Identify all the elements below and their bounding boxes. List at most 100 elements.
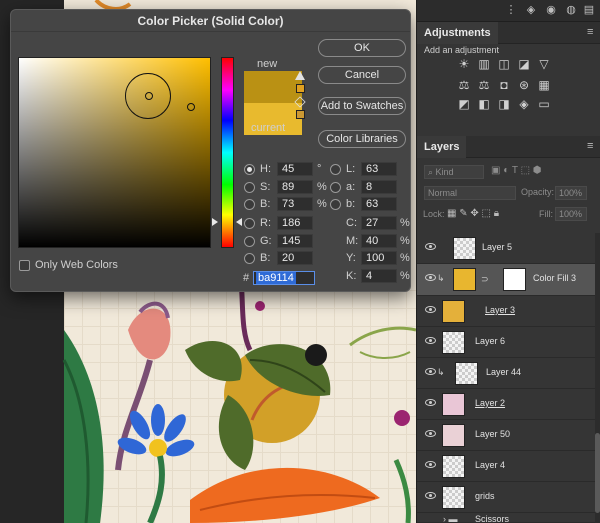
- m-unit: %: [400, 235, 410, 247]
- r-field[interactable]: 186: [277, 216, 313, 230]
- kind-filter[interactable]: ⌕ Kind: [424, 165, 484, 179]
- layer-row[interactable]: Layer 3: [417, 296, 595, 327]
- camera-icon[interactable]: ◘: [497, 79, 511, 92]
- adjust-icon[interactable]: ◍: [565, 4, 577, 16]
- layer-row[interactable]: Layer 6: [417, 327, 595, 358]
- opacity-field[interactable]: 100%: [555, 186, 587, 200]
- c-label: C:: [346, 217, 357, 229]
- exposure-icon[interactable]: ◪: [517, 58, 531, 71]
- g-field[interactable]: 145: [277, 234, 313, 248]
- m-field[interactable]: 40: [361, 234, 397, 248]
- radio-blue[interactable]: [244, 253, 255, 264]
- clip-arrow-icon: ↳: [437, 273, 445, 283]
- lookup-grid-icon[interactable]: ▦: [537, 79, 551, 92]
- invert-icon[interactable]: ◩: [457, 98, 471, 111]
- kind-label: Kind: [435, 167, 454, 177]
- radio-h[interactable]: [244, 164, 255, 175]
- color-libraries-button[interactable]: Color Libraries: [318, 130, 406, 148]
- eye-icon[interactable]: [425, 337, 436, 344]
- layer-row-selected[interactable]: ↳ ⊃ Color Fill 3: [417, 264, 595, 296]
- radio-r[interactable]: [244, 218, 255, 229]
- s-field[interactable]: 89: [277, 180, 313, 194]
- layers-scrollbar[interactable]: [595, 233, 600, 523]
- color-marker[interactable]: [145, 92, 153, 100]
- l-label: L:: [346, 163, 356, 175]
- eye-icon[interactable]: [425, 492, 436, 499]
- layer-group-row[interactable]: › ▬ Scissors: [417, 513, 595, 523]
- radio-a[interactable]: [330, 182, 341, 193]
- posterize-icon[interactable]: ◧: [477, 98, 491, 111]
- radio-l[interactable]: [330, 164, 341, 175]
- radio-s[interactable]: [244, 182, 255, 193]
- k-label: K:: [346, 270, 357, 282]
- lock-icons[interactable]: ▦ ✎ ✥ ⬚ 🔒︎: [447, 208, 499, 219]
- blue-field[interactable]: 20: [277, 251, 313, 265]
- h-field[interactable]: 45: [277, 162, 313, 176]
- y-field[interactable]: 100: [361, 251, 397, 265]
- web-safe-swatch[interactable]: [296, 110, 305, 119]
- visibility-icon[interactable]: ◉: [545, 4, 557, 16]
- layer-row[interactable]: Layer 2: [417, 389, 595, 420]
- scrollbar-thumb[interactable]: [595, 433, 600, 513]
- radio-g[interactable]: [244, 236, 255, 247]
- hue-arrow-left-icon[interactable]: [212, 218, 218, 226]
- layers-icon[interactable]: ◈: [525, 4, 537, 16]
- channel-mixer-icon[interactable]: ⊛: [517, 79, 531, 92]
- eye-icon[interactable]: [425, 306, 436, 313]
- fill-thumbnail: [453, 268, 476, 291]
- a-field[interactable]: 8: [361, 180, 397, 194]
- mask-thumbnail[interactable]: [503, 268, 526, 291]
- balance-icon[interactable]: ⚖: [457, 79, 471, 92]
- panel-menu-icon[interactable]: ≡: [587, 27, 597, 38]
- triangle-icon[interactable]: ▽: [537, 58, 551, 71]
- selective-color-icon[interactable]: ◈: [517, 98, 531, 111]
- layer-thumbnail: [442, 455, 465, 478]
- brightness-icon[interactable]: ☀: [457, 58, 471, 71]
- eye-icon[interactable]: [425, 399, 436, 406]
- lab-b-label: b:: [346, 198, 356, 210]
- l-field[interactable]: 63: [361, 162, 397, 176]
- layer-row[interactable]: grids: [417, 482, 595, 513]
- ok-button[interactable]: OK: [318, 39, 406, 57]
- eye-icon[interactable]: [425, 430, 436, 437]
- add-to-swatches-button[interactable]: Add to Swatches: [318, 97, 406, 115]
- fill-field[interactable]: 100%: [555, 207, 587, 221]
- hue-slider[interactable]: [221, 57, 234, 248]
- threshold-icon[interactable]: ◨: [497, 98, 511, 111]
- out-of-gamut-warning-icon[interactable]: [295, 71, 305, 80]
- add-adjustment-label: Add an adjustment: [424, 45, 500, 55]
- k-field[interactable]: 4: [361, 269, 397, 283]
- filter-icons[interactable]: ▣ ◐ T ⬚ ⬢: [491, 165, 542, 176]
- gradient-map-icon[interactable]: ▭: [537, 98, 551, 111]
- hex-field[interactable]: ba9114: [253, 271, 315, 285]
- tab-adjustments[interactable]: Adjustments: [417, 22, 498, 44]
- layers-menu-icon[interactable]: ≡: [587, 141, 597, 152]
- eye-icon[interactable]: [425, 243, 436, 250]
- blend-mode-select[interactable]: Normal: [424, 186, 516, 200]
- c-field[interactable]: 27: [361, 216, 397, 230]
- eye-icon[interactable]: [425, 368, 436, 375]
- eye-icon[interactable]: [425, 274, 436, 281]
- radio-lab-b[interactable]: [330, 199, 341, 210]
- color-balance-icon[interactable]: ⚖: [477, 79, 491, 92]
- curves-icon[interactable]: ◫: [497, 58, 511, 71]
- layer-row[interactable]: Layer 4: [417, 451, 595, 482]
- layer-row[interactable]: ↳ Layer 44: [417, 358, 595, 389]
- radio-b[interactable]: [244, 199, 255, 210]
- layer-row[interactable]: Layer 5: [417, 233, 595, 264]
- layer-row[interactable]: Layer 50: [417, 420, 595, 451]
- saturation-brightness-field[interactable]: [18, 57, 211, 248]
- layer-comps-icon[interactable]: ▤: [583, 4, 595, 16]
- eye-icon[interactable]: [425, 461, 436, 468]
- grid-icon[interactable]: ⋮: [505, 4, 517, 16]
- folder-icon[interactable]: › ▬: [443, 514, 458, 523]
- link-icon[interactable]: ⊃: [481, 274, 489, 285]
- cancel-button[interactable]: Cancel: [318, 66, 406, 84]
- only-web-colors-checkbox[interactable]: [19, 260, 30, 271]
- b-field[interactable]: 73: [277, 197, 313, 211]
- levels-icon[interactable]: ▥: [477, 58, 491, 71]
- tab-layers[interactable]: Layers: [417, 136, 467, 158]
- gamut-swatch[interactable]: [296, 84, 305, 93]
- hue-arrow-right-icon[interactable]: [236, 218, 242, 226]
- lab-b-field[interactable]: 63: [361, 197, 397, 211]
